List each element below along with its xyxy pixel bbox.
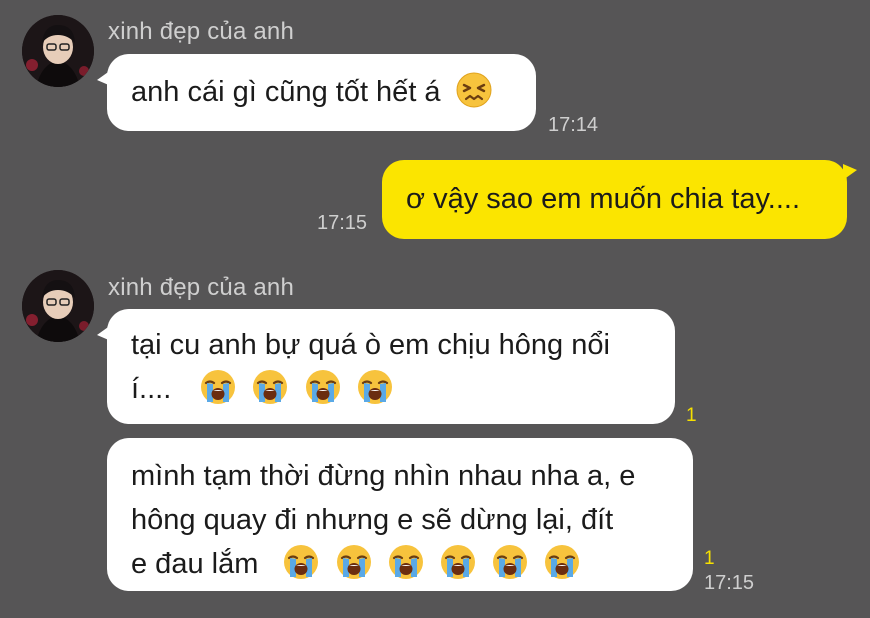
message-text-line: tại cu anh bự quá ò em chịu hông nổi <box>131 329 610 361</box>
timestamp: 17:14 <box>548 114 599 136</box>
confounded-face-icon <box>455 71 493 109</box>
loudly-crying-face-icon <box>543 543 581 581</box>
timestamp: 17:15 <box>317 212 368 234</box>
loudly-crying-face-icon <box>335 543 373 581</box>
sender-name: xinh đẹp của anh <box>108 274 295 301</box>
loudly-crying-face-icon <box>282 543 320 581</box>
avatar[interactable] <box>22 270 94 342</box>
message-text-line: mình tạm thời đừng nhìn nhau nha a, e <box>131 460 636 492</box>
message-bubble[interactable]: mình tạm thời đừng nhìn nhau nha a, e hô… <box>107 438 693 591</box>
sender-name: xinh đẹp của anh <box>108 18 295 45</box>
timestamp: 17:15 <box>704 572 755 594</box>
loudly-crying-face-icon <box>439 543 477 581</box>
loudly-crying-face-icon <box>199 368 237 406</box>
loudly-crying-face-icon <box>491 543 529 581</box>
loudly-crying-face-icon <box>387 543 425 581</box>
message-bubble[interactable]: anh cái gì cũng tốt hết á <box>97 54 536 131</box>
avatar[interactable] <box>22 15 94 87</box>
loudly-crying-face-icon <box>251 368 289 406</box>
message-text-line: í.... <box>131 373 172 405</box>
message-text-line: hông quay đi nhưng e sẽ dừng lại, đít <box>131 504 614 536</box>
message-bubble[interactable]: ơ vậy sao em muốn chia tay.... <box>382 160 857 239</box>
loudly-crying-face-icon <box>304 368 342 406</box>
unread-count: 1 <box>686 405 697 426</box>
unread-count: 1 <box>704 548 715 569</box>
message-text-line: e đau lắm <box>131 548 259 580</box>
message-text: anh cái gì cũng tốt hết á <box>131 76 441 108</box>
message-bubble[interactable]: tại cu anh bự quá ò em chịu hông nổi í..… <box>97 309 675 424</box>
loudly-crying-face-icon <box>356 368 394 406</box>
message-text: ơ vậy sao em muốn chia tay.... <box>406 183 801 215</box>
